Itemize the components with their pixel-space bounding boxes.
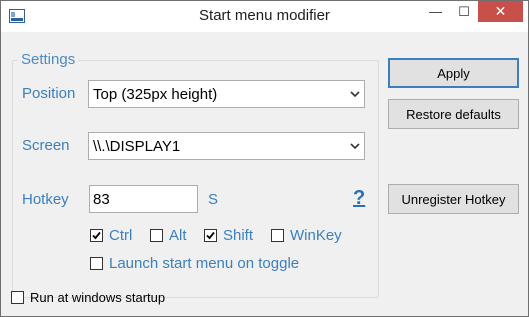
run-at-startup-checkbox[interactable]: Run at windows startup	[11, 290, 165, 305]
help-link[interactable]: ?	[353, 187, 365, 210]
checkbox-box	[90, 257, 103, 270]
screen-select[interactable]: \\.\DISPLAY1	[88, 132, 365, 160]
winkey-checkbox[interactable]: WinKey	[271, 227, 342, 244]
minimize-button[interactable]: —	[421, 1, 450, 22]
checkmark-icon	[206, 231, 215, 240]
hotkey-input[interactable]: 83	[89, 185, 198, 213]
restore-defaults-button[interactable]: Restore defaults	[388, 99, 519, 129]
hotkey-label: Hotkey	[22, 191, 69, 208]
maximize-button[interactable]: ☐	[450, 1, 478, 22]
winkey-checkbox-label: WinKey	[290, 227, 342, 244]
hotkey-key-letter: S	[208, 191, 219, 208]
checkmark-icon	[92, 231, 101, 240]
launch-on-toggle-label: Launch start menu on toggle	[109, 255, 300, 272]
main-window: Start menu modifier — ☐ ✕ Settings Posit…	[0, 0, 529, 317]
settings-group-label: Settings	[18, 51, 79, 68]
screen-label: Screen	[22, 137, 70, 154]
checkbox-box	[150, 229, 163, 242]
launch-on-toggle-checkbox[interactable]: Launch start menu on toggle	[90, 255, 299, 272]
checkbox-box	[90, 229, 103, 242]
alt-checkbox-label: Alt	[169, 227, 187, 244]
shift-checkbox-label: Shift	[223, 227, 254, 244]
position-select-value: Top (325px height)	[93, 86, 218, 103]
screen-select-value: \\.\DISPLAY1	[93, 138, 181, 155]
checkbox-box	[271, 229, 284, 242]
checkbox-box	[11, 291, 24, 304]
position-select[interactable]: Top (325px height)	[88, 80, 365, 108]
apply-button[interactable]: Apply	[388, 58, 519, 88]
ctrl-checkbox-label: Ctrl	[109, 227, 133, 244]
ctrl-checkbox[interactable]: Ctrl	[90, 227, 132, 244]
run-at-startup-label: Run at windows startup	[30, 290, 166, 305]
alt-checkbox[interactable]: Alt	[150, 227, 187, 244]
chevron-down-icon	[350, 143, 360, 150]
checkbox-box	[204, 229, 217, 242]
title-bar[interactable]: Start menu modifier — ☐ ✕	[1, 1, 528, 32]
position-label: Position	[22, 85, 76, 102]
chevron-down-icon	[350, 91, 360, 98]
close-button[interactable]: ✕	[478, 1, 523, 22]
unregister-hotkey-button[interactable]: Unregister Hotkey	[388, 184, 519, 214]
shift-checkbox[interactable]: Shift	[204, 227, 253, 244]
